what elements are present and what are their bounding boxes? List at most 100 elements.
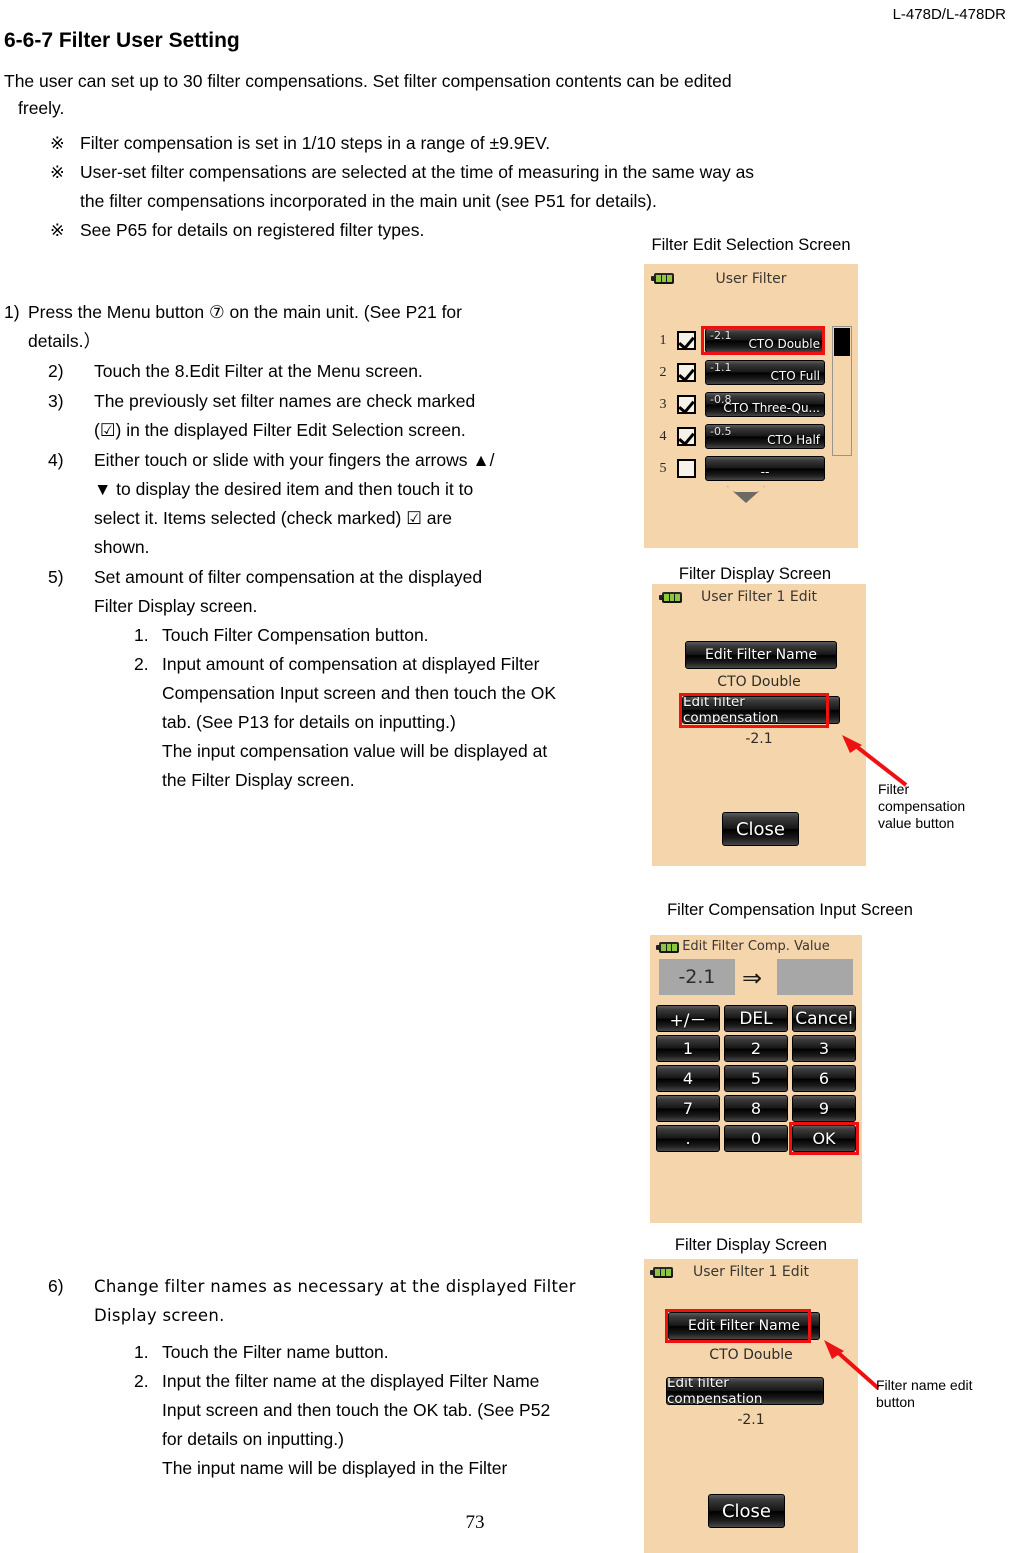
caption-filter-compensation-input: Filter Compensation Input Screen	[667, 901, 913, 919]
key-1[interactable]: 1	[656, 1035, 720, 1062]
screen-filter-edit-selection: User Filter 1 -2.1 CTO Double 2 -1.1 CTO…	[644, 264, 858, 548]
row-index: 4	[659, 428, 667, 444]
filter-compensation-value: -2.1	[737, 1412, 765, 1428]
step-6-substep-1-text: Touch the Filter name button.	[162, 1342, 389, 1362]
procedure-steps-part-1: 1) Press the Menu button ⑦ on the main u…	[4, 298, 619, 795]
screen-filter-compensation-input: Edit Filter Comp. Value -2.1 ⇒ +/－ DEL C…	[650, 935, 862, 1223]
scrollbar[interactable]	[832, 326, 852, 456]
key-6[interactable]: 6	[792, 1065, 856, 1092]
key-9[interactable]: 9	[792, 1095, 856, 1122]
step-4-line-3: select it. Items selected (check marked)…	[94, 508, 453, 528]
filter-list-row[interactable]: 5 --	[655, 456, 825, 481]
step-2-number: 2)	[48, 361, 64, 381]
row-checkbox[interactable]	[677, 363, 696, 382]
key-plus-minus[interactable]: +/－	[656, 1005, 720, 1032]
step-1-line-1: Press the Menu button ⑦ on the main unit…	[28, 302, 462, 322]
step-1-number: 1)	[4, 302, 20, 322]
row-name: CTO Full	[770, 369, 821, 383]
key-5[interactable]: 5	[724, 1065, 788, 1092]
row-button[interactable]: -0.5 CTO Half	[705, 424, 825, 449]
key-ok[interactable]: OK	[792, 1125, 856, 1152]
row-checkbox[interactable]	[677, 395, 696, 414]
row-name: CTO Double	[748, 337, 821, 351]
key-4[interactable]: 4	[656, 1065, 720, 1092]
edit-filter-name-button[interactable]: Edit Filter Name	[685, 641, 837, 669]
screen-title: User Filter	[715, 271, 787, 287]
step-3-number: 3)	[48, 391, 64, 411]
step-5-substep-1: 1. Touch Filter Compensation button.	[134, 621, 619, 650]
document-model-header: L-478D/L-478DR	[892, 6, 1006, 23]
key-cancel[interactable]: Cancel	[792, 1005, 856, 1032]
step-5-substep-2-line-4: The input compensation value will be dis…	[162, 741, 548, 761]
filter-list-row[interactable]: 4 -0.5 CTO Half	[655, 424, 825, 449]
row-button[interactable]: -0.8 CTO Three-Qu...	[705, 392, 825, 417]
caption-filter-edit-selection: Filter Edit Selection Screen	[651, 236, 851, 254]
step-4-line-1: Either touch or slide with your fingers …	[94, 450, 495, 470]
note-list: ※ Filter compensation is set in 1/10 ste…	[50, 129, 950, 245]
step-3: 3) The previously set filter names are c…	[48, 387, 619, 445]
step-6-substep-1: 1. Touch the Filter name button.	[134, 1338, 619, 1367]
scrollbar-thumb[interactable]	[834, 328, 850, 356]
row-name: CTO Three-Qu...	[723, 401, 820, 415]
caption-filter-display-bottom: Filter Display Screen	[674, 1236, 828, 1254]
intro-paragraph: The user can set up to 30 filter compens…	[4, 68, 934, 122]
annotation-line-2: button	[876, 1394, 915, 1410]
key-2[interactable]: 2	[724, 1035, 788, 1062]
annotation-line-2: compensation	[878, 798, 966, 814]
filter-compensation-value: -2.1	[745, 731, 773, 747]
row-index: 3	[659, 396, 667, 412]
caption-filter-display-top: Filter Display Screen	[678, 565, 832, 583]
step-2: 2) Touch the 8.Edit Filter at the Menu s…	[48, 357, 619, 386]
step-3-line-1: The previously set filter names are chec…	[94, 391, 476, 411]
row-checkbox[interactable]	[677, 459, 696, 478]
row-checkbox[interactable]	[677, 331, 696, 350]
screen-filter-display-bottom: User Filter 1 Edit Edit Filter Name CTO …	[644, 1259, 858, 1553]
key-3[interactable]: 3	[792, 1035, 856, 1062]
row-name: --	[760, 465, 770, 479]
row-button[interactable]: --	[705, 456, 825, 481]
row-index: 5	[659, 460, 667, 476]
step-5-line-2: Filter Display screen.	[94, 596, 258, 616]
filter-list-row[interactable]: 2 -1.1 CTO Full	[655, 360, 825, 385]
step-6-substep-2-number: 2.	[134, 1371, 149, 1391]
edit-filter-compensation-button[interactable]: Edit filter compensation	[666, 1377, 824, 1405]
step-3-line-2: (☑) in the displayed Filter Edit Selecti…	[94, 420, 466, 440]
step-5-number: 5)	[48, 567, 64, 587]
close-button[interactable]: Close	[722, 812, 799, 846]
annotation-line-1: Filter name edit	[876, 1377, 973, 1393]
key-decimal-point[interactable]: .	[656, 1125, 720, 1152]
row-button[interactable]: -2.1 CTO Double	[705, 328, 825, 353]
row-button[interactable]: -1.1 CTO Full	[705, 360, 825, 385]
row-value: -2.1	[710, 329, 732, 342]
filter-list-row[interactable]: 3 -0.8 CTO Three-Qu...	[655, 392, 825, 417]
step-5-substep-2-line-2: Compensation Input screen and then touch…	[162, 683, 557, 703]
key-del[interactable]: DEL	[724, 1005, 788, 1032]
key-0[interactable]: 0	[724, 1125, 788, 1152]
step-5-substep-1-text: Touch Filter Compensation button.	[162, 625, 429, 645]
filter-name-value: CTO Double	[717, 674, 801, 690]
step-5-substep-2-line-5: the Filter Display screen.	[162, 770, 355, 790]
step-6-substeps: 1. Touch the Filter name button. 2. Inpu…	[134, 1338, 619, 1483]
key-8[interactable]: 8	[724, 1095, 788, 1122]
annotation-line-3: value button	[878, 815, 955, 831]
step-2-text: Touch the 8.Edit Filter at the Menu scre…	[94, 361, 423, 381]
row-index: 1	[659, 332, 667, 348]
filter-list-row[interactable]: 1 -2.1 CTO Double	[655, 328, 825, 353]
step-6-substep-2-line-1: Input the filter name at the displayed F…	[162, 1371, 540, 1391]
step-6-line-2: Display screen.	[94, 1306, 225, 1325]
annotation-line-1: Filter	[878, 781, 910, 797]
callout-arrow-name-button	[824, 1340, 880, 1390]
close-button[interactable]: Close	[708, 1494, 785, 1528]
row-value: -1.1	[710, 361, 732, 374]
step-4-line-4: shown.	[94, 537, 150, 557]
intro-line-1: The user can set up to 30 filter compens…	[4, 71, 732, 91]
new-value-box[interactable]	[777, 959, 853, 995]
annotation-comp-value-button: Filter compensation value button	[878, 781, 1008, 832]
edit-filter-name-button[interactable]: Edit Filter Name	[668, 1312, 820, 1340]
scroll-arrow-notch	[727, 482, 765, 492]
key-7[interactable]: 7	[656, 1095, 720, 1122]
row-checkbox[interactable]	[677, 427, 696, 446]
note-text-cont: the filter compensations incorporated in…	[80, 191, 657, 211]
edit-filter-compensation-button[interactable]: Edit filter compensation	[682, 696, 840, 724]
row-name: CTO Half	[767, 433, 820, 447]
